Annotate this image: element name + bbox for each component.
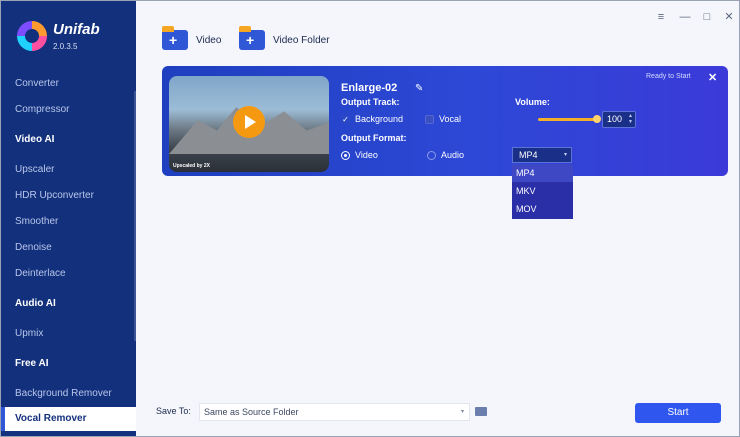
task-close-icon[interactable]: ✕	[708, 71, 717, 84]
dropdown-option-mp4[interactable]: MP4	[512, 164, 573, 182]
container-select[interactable]: MP4 ▾	[512, 147, 572, 163]
volume-stepper-icon[interactable]: ▲ ▼	[628, 113, 633, 125]
add-video-button[interactable]: + Video	[162, 26, 222, 53]
sidebar-item-converter[interactable]: Converter	[1, 72, 136, 96]
window-close-icon[interactable]: ✕	[723, 11, 735, 23]
app-version: 2.0.3.5	[53, 42, 78, 51]
add-folder-button[interactable]: + Video Folder	[239, 26, 330, 53]
dropdown-option-mkv[interactable]: MKV	[512, 182, 573, 200]
status-text: Ready to Start	[646, 73, 691, 80]
sidebar-heading-free-ai: Free AI	[15, 358, 49, 369]
add-video-label: Video	[196, 34, 222, 46]
thumbnail-caption: Upscaled by 2X	[173, 163, 210, 169]
add-video-icon: +	[162, 26, 188, 50]
sidebar-item-vocal-remover[interactable]: Vocal Remover	[5, 407, 136, 431]
format-video-label: Video	[355, 150, 378, 160]
sidebar-scrollbar[interactable]	[134, 91, 136, 341]
start-button[interactable]: Start	[635, 403, 721, 423]
dropdown-option-mov[interactable]: MOV	[512, 200, 573, 218]
sidebar-heading-audio-ai: Audio AI	[15, 298, 56, 309]
play-icon[interactable]	[233, 106, 265, 138]
container-dropdown-menu: MP4 MKV MOV	[512, 164, 573, 219]
sidebar-item-denoise[interactable]: Denoise	[1, 236, 136, 260]
sidebar-item-upscaler[interactable]: Upscaler	[1, 158, 136, 182]
vocal-label: Vocal	[439, 114, 462, 124]
maximize-icon[interactable]: □	[701, 11, 713, 23]
chevron-down-icon: ▾	[460, 409, 464, 415]
check-icon: ✓	[341, 114, 350, 124]
sidebar-item-compressor[interactable]: Compressor	[1, 98, 136, 122]
volume-value: 100	[607, 114, 623, 124]
task-card: Upscaled by 2X Enlarge-02 ✎ Ready to Sta…	[162, 66, 728, 176]
format-audio-radio[interactable]: Audio	[427, 150, 464, 160]
vocal-checkbox[interactable]: Vocal	[425, 114, 461, 124]
chevron-down-icon: ▾	[563, 152, 567, 158]
app-name: Unifab	[53, 21, 100, 38]
add-folder-icon: +	[239, 26, 265, 50]
minimize-icon[interactable]: —	[679, 11, 691, 23]
app-window: Unifab 2.0.3.5 Converter Compressor Vide…	[0, 0, 740, 437]
open-folder-icon[interactable]	[475, 407, 487, 416]
volume-input[interactable]: 100 ▲ ▼	[602, 111, 636, 128]
format-video-radio[interactable]: Video	[341, 150, 378, 160]
sidebar-item-background-remover[interactable]: Background Remover	[1, 382, 136, 406]
add-folder-label: Video Folder	[273, 34, 330, 46]
save-to-value: Same as Source Folder	[204, 407, 299, 417]
output-format-label: Output Format:	[341, 133, 407, 143]
sidebar-item-upmix[interactable]: Upmix	[1, 322, 136, 346]
sidebar-item-smoother[interactable]: Smoother	[1, 210, 136, 234]
save-to-label: Save To:	[156, 406, 191, 416]
sidebar-item-hdr-upconverter[interactable]: HDR Upconverter	[1, 184, 136, 208]
menu-icon[interactable]: ≡	[655, 11, 667, 23]
format-audio-label: Audio	[441, 150, 465, 160]
save-to-select[interactable]: Same as Source Folder ▾	[199, 403, 470, 421]
sidebar-heading-video-ai: Video AI	[15, 134, 55, 145]
container-selected-value: MP4	[519, 150, 538, 160]
background-label: Background	[355, 114, 404, 124]
volume-label: Volume:	[515, 97, 550, 107]
edit-icon[interactable]: ✎	[415, 83, 426, 94]
sidebar-item-deinterlace[interactable]: Deinterlace	[1, 262, 136, 286]
volume-slider[interactable]	[538, 115, 601, 123]
unifab-logo-icon	[17, 21, 47, 51]
output-track-label: Output Track:	[341, 97, 400, 107]
background-checkbox[interactable]: ✓ Background	[341, 114, 403, 124]
radio-unselected-icon	[427, 150, 436, 160]
sidebar: Unifab 2.0.3.5 Converter Compressor Vide…	[1, 1, 136, 436]
volume-slider-handle[interactable]	[593, 115, 601, 123]
unchecked-box-icon	[425, 114, 434, 124]
radio-selected-icon	[341, 150, 350, 160]
task-title: Enlarge-02	[341, 82, 398, 94]
video-thumbnail[interactable]: Upscaled by 2X	[169, 76, 329, 172]
